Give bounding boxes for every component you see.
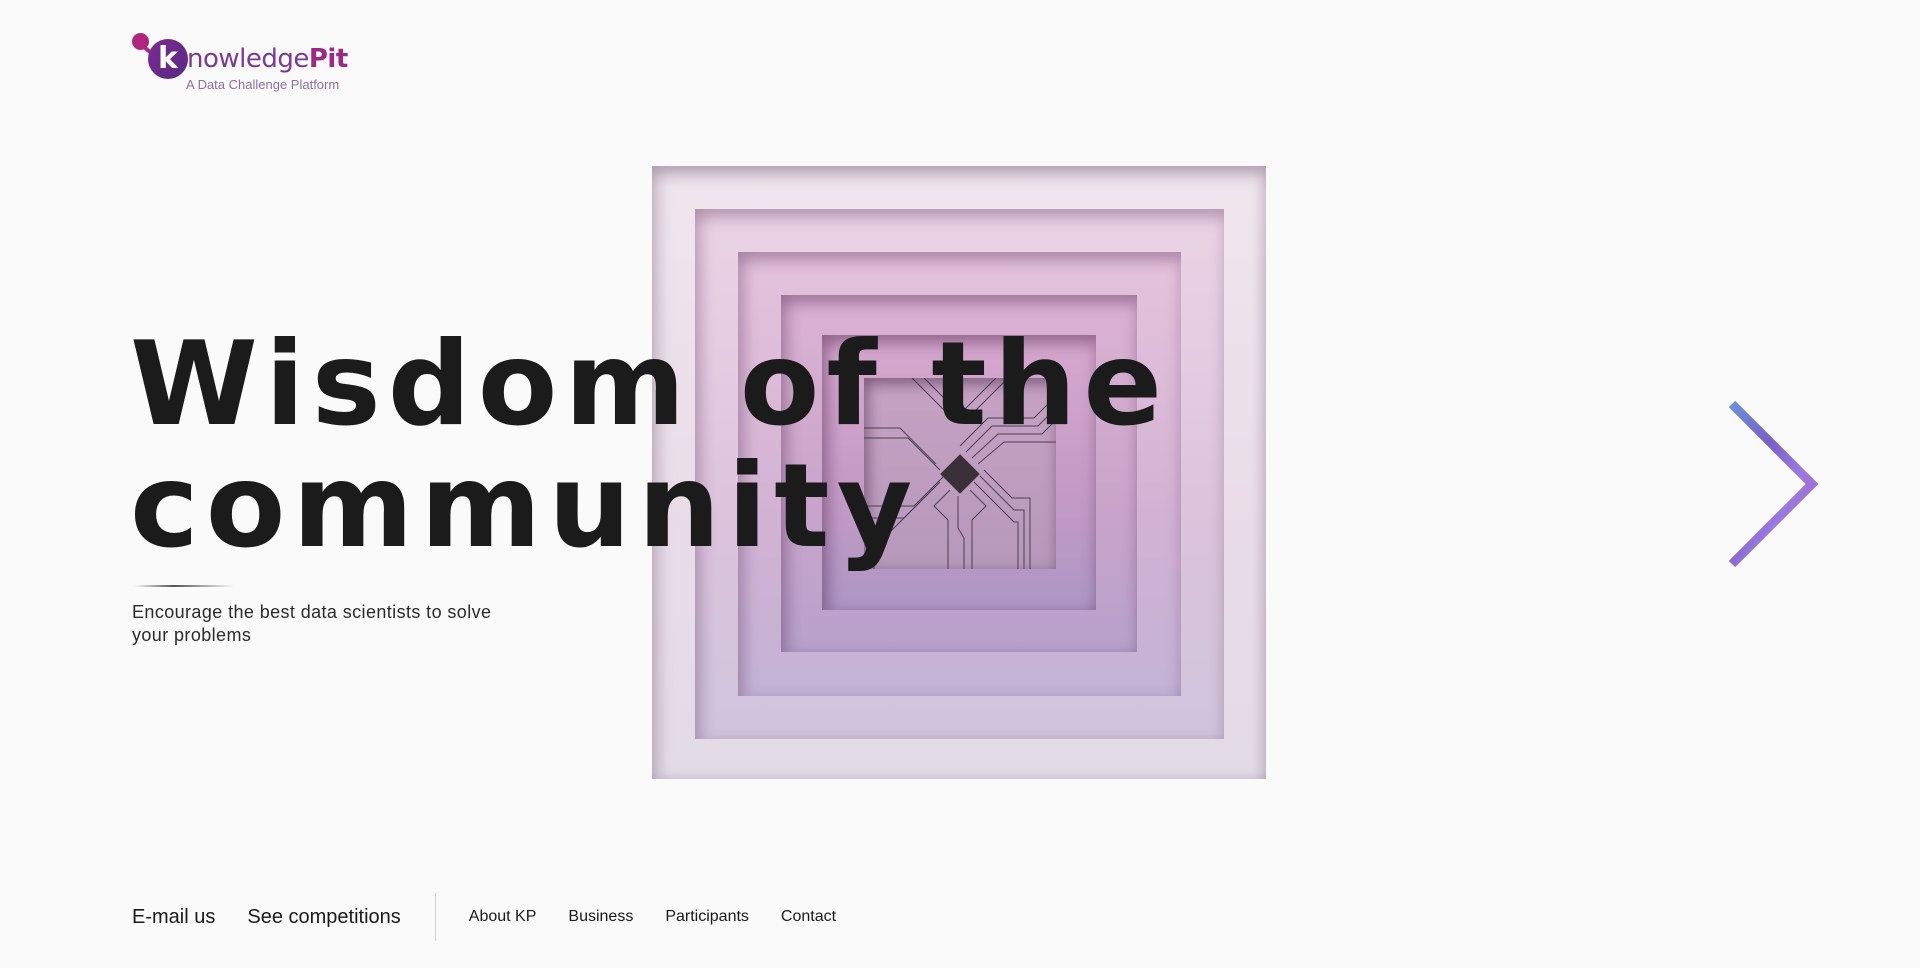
logo-wordmark: nowledgePit xyxy=(187,46,348,72)
nav-business[interactable]: Business xyxy=(568,908,633,926)
nav-contact[interactable]: Contact xyxy=(781,908,836,926)
hero-subtitle-line-2: your problems xyxy=(132,625,252,645)
site-logo[interactable]: k nowledgePit A Data Challenge Platform xyxy=(132,33,372,95)
logo-initial: k xyxy=(148,39,188,79)
footer-nav: E-mail us See competitions About KP Busi… xyxy=(132,890,868,944)
headline-divider xyxy=(134,585,234,587)
logo-word-pit: Pit xyxy=(308,44,348,74)
email-us-link[interactable]: E-mail us xyxy=(132,906,215,929)
hero-headline-line-2: community xyxy=(130,439,920,574)
logo-tagline: A Data Challenge Platform xyxy=(186,77,340,92)
hero-subtitle-line-1: Encourage the best data scientists to so… xyxy=(132,602,492,622)
nav-divider xyxy=(434,893,436,941)
hero-headline: Wisdom of the community xyxy=(130,317,1169,574)
hero-headline-line-1: Wisdom of the xyxy=(130,317,1169,452)
nav-about-kp[interactable]: About KP xyxy=(469,908,537,926)
chevron-right-icon[interactable] xyxy=(1726,400,1822,570)
nav-participants[interactable]: Participants xyxy=(665,908,749,926)
hero-subtitle: Encourage the best data scientists to so… xyxy=(132,601,532,647)
see-competitions-link[interactable]: See competitions xyxy=(247,906,400,929)
logo-word-knowledge: nowledge xyxy=(187,44,309,74)
